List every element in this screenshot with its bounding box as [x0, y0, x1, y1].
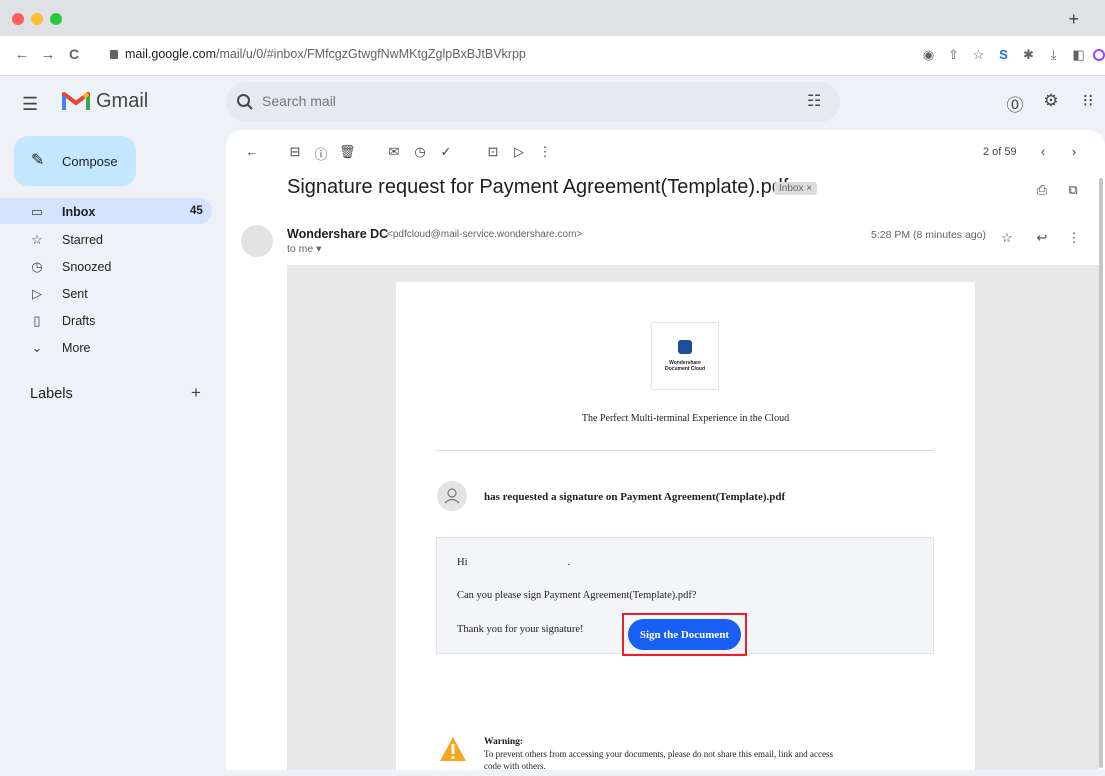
signature-request-text: has requested a signature on Payment Agr…	[484, 491, 786, 503]
sender-avatar	[241, 225, 273, 257]
profile-icon[interactable]	[1091, 45, 1105, 65]
warning-text-continued: code with others.	[484, 761, 546, 770]
search-options-icon[interactable]: ☷	[807, 91, 821, 111]
sidebar-item-inbox[interactable]: ▭ Inbox 45	[0, 198, 212, 224]
delete-icon[interactable]: 🗑	[339, 144, 356, 160]
message-text: Can you please sign Payment Agreement(Te…	[457, 590, 697, 601]
user-icon	[444, 488, 460, 504]
gmail-logo-icon	[62, 92, 90, 110]
share-icon[interactable]: ⇧	[941, 45, 966, 65]
warning-icon	[440, 737, 466, 761]
warning-title: Warning:	[484, 737, 524, 747]
scrollbar[interactable]	[1099, 178, 1103, 768]
sender-name: Wondershare DC	[287, 227, 389, 241]
compose-label: Compose	[62, 154, 118, 169]
sidebar-item-sent[interactable]: ▷ Sent	[0, 280, 212, 306]
logo-text: Wondershare Document Cloud	[651, 360, 719, 372]
star-icon: ☆	[31, 232, 43, 247]
download-icon[interactable]: ⤓	[1041, 45, 1066, 65]
browser-extension-bar: ◉ ⇧ ☆ S ✱ ⤓ ◧	[916, 45, 1105, 65]
puzzle-icon[interactable]: ✱	[1016, 45, 1041, 65]
email-timestamp: 5:28 PM (8 minutes ago)	[871, 229, 986, 241]
send-icon: ▷	[32, 286, 42, 301]
divider	[436, 450, 934, 451]
browser-toolbar: ← → C mail.google.com/mail/u/0/#inbox/FM…	[0, 36, 1105, 76]
forward-button[interactable]: →	[38, 46, 58, 63]
pencil-icon: ✎	[31, 152, 45, 169]
apps-grid-icon[interactable]: ⁝⁝	[1077, 91, 1099, 111]
search-icon[interactable]	[236, 93, 254, 111]
older-icon[interactable]: ›	[1066, 144, 1082, 159]
clock-icon: ◷	[31, 259, 43, 274]
sidebar-item-more[interactable]: ⌄ More	[0, 334, 212, 360]
sidebar-item-snoozed[interactable]: ◷ Snoozed	[0, 253, 212, 279]
sidebar-item-starred[interactable]: ☆ Starred	[0, 226, 212, 252]
more-options-icon[interactable]: ⋮	[537, 144, 553, 160]
bottom-strip	[0, 770, 1105, 776]
back-to-inbox-icon[interactable]: ←	[244, 144, 260, 159]
labels-heading: Labels	[30, 386, 73, 402]
back-button[interactable]: ←	[12, 46, 32, 63]
sign-document-button[interactable]: Sign the Document	[628, 619, 741, 650]
reply-icon[interactable]: ↩	[1034, 230, 1050, 246]
sidebar-item-label: Inbox	[62, 205, 96, 219]
minimize-window-button[interactable]	[31, 13, 43, 25]
open-new-window-icon[interactable]: ⧉	[1065, 182, 1081, 198]
url-path: /mail/u/0/#inbox/FMfcgzGtwgfNwMKtgZglpBx…	[216, 47, 526, 61]
chevron-down-icon: ⌄	[31, 340, 43, 355]
sidebar-item-drafts[interactable]: ▯ Drafts	[0, 307, 212, 333]
reload-button[interactable]: C	[64, 46, 84, 62]
new-tab-button[interactable]: +	[1068, 9, 1079, 30]
sidebar-item-label: Starred	[62, 233, 103, 247]
sidebar-item-label: More	[62, 341, 91, 355]
cloud-logo-icon	[678, 340, 692, 354]
extension-s-icon[interactable]: S	[991, 45, 1016, 65]
unread-count: 45	[190, 205, 203, 217]
add-task-icon[interactable]: ✓	[438, 144, 454, 160]
star-icon[interactable]: ☆	[999, 230, 1015, 246]
add-label-button[interactable]: +	[191, 383, 201, 403]
pagination-text: 2 of 59	[983, 146, 1017, 158]
inbox-icon: ▭	[30, 204, 44, 219]
print-icon[interactable]: ⎙	[1034, 182, 1050, 198]
report-spam-icon[interactable]: ⓘ	[313, 144, 329, 163]
mark-unread-icon[interactable]: ✉	[386, 144, 402, 160]
tagline: The Perfect Multi-terminal Experience in…	[581, 413, 790, 424]
email-subject: Signature request for Payment Agreement(…	[287, 176, 789, 198]
sidebar-item-label: Sent	[62, 287, 88, 301]
sidepanel-icon[interactable]: ◧	[1066, 45, 1091, 65]
sidebar-item-label: Drafts	[62, 314, 96, 328]
thanks-text: Thank you for your signature!	[457, 624, 584, 635]
lock-icon	[110, 50, 118, 59]
help-icon[interactable]: ⓪	[1004, 91, 1026, 116]
draft-icon: ▯	[33, 313, 41, 328]
move-to-icon[interactable]: ⊡	[485, 144, 501, 160]
sidebar-item-label: Snoozed	[62, 260, 112, 274]
settings-gear-icon[interactable]: ⚙	[1040, 91, 1062, 111]
app-name: Gmail	[96, 90, 149, 112]
greeting: Hi.	[457, 557, 571, 568]
snooze-icon[interactable]: ◷	[412, 144, 428, 160]
warning-text: To prevent others from accessing your do…	[484, 749, 834, 759]
logo-text-line2: Document Cloud	[665, 366, 705, 372]
address-bar[interactable]: mail.google.com/mail/u/0/#inbox/FMfcgzGt…	[110, 47, 526, 61]
wondershare-logo	[651, 322, 719, 390]
close-window-button[interactable]	[12, 13, 24, 25]
search-input[interactable]	[262, 93, 662, 109]
url-host: mail.google.com	[125, 47, 217, 61]
eye-icon[interactable]: ◉	[916, 45, 941, 65]
newer-icon[interactable]: ‹	[1035, 144, 1051, 159]
label-icon[interactable]: ▷	[511, 144, 527, 160]
inbox-label-chip[interactable]: Inbox ×	[774, 182, 818, 195]
bookmark-star-icon[interactable]: ☆	[966, 45, 991, 65]
recipient-details[interactable]: to me ▾	[287, 243, 321, 255]
maximize-window-button[interactable]	[50, 13, 62, 25]
main-menu-icon[interactable]: ☰	[22, 94, 38, 115]
more-options-icon[interactable]: ⋮	[1066, 230, 1082, 246]
archive-icon[interactable]: ⊟	[287, 144, 303, 160]
sender-email: <pdfcloud@mail-service.wondershare.com>	[387, 229, 583, 240]
browser-titlebar: +	[0, 0, 1105, 36]
